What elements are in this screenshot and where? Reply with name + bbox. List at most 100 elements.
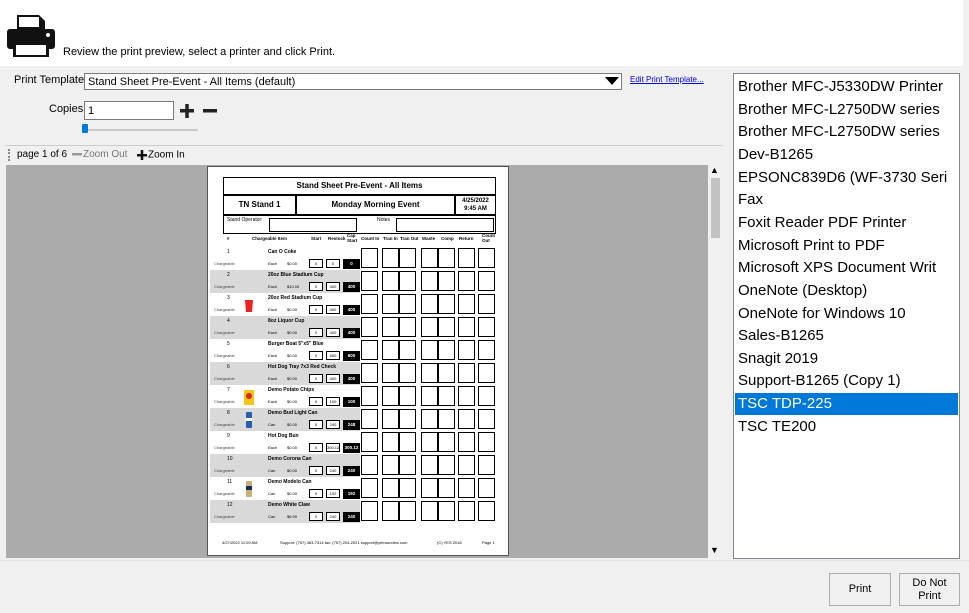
do-not-print-label-2: Print	[918, 590, 941, 602]
count-box	[438, 501, 455, 521]
count-box	[421, 478, 438, 498]
item-number: 3	[227, 295, 230, 301]
item-name: 20oz Blue Stadium Cup	[268, 272, 324, 278]
printer-list-item[interactable]: Foxit Reader PDF Printer	[735, 212, 958, 234]
printer-list-item[interactable]: Brother MFC-L2750DW series	[735, 99, 958, 121]
page-indicator: page 1 of 6	[17, 149, 68, 160]
count-box	[399, 409, 416, 429]
count-box	[438, 386, 455, 406]
sheet-item-row: 7 Chargeable Demo Potato Chips Each $0.00 0 10…	[210, 385, 500, 408]
increase-copies-button[interactable]	[178, 102, 196, 120]
count-box	[438, 478, 455, 498]
count-box	[399, 432, 416, 452]
sheet-column-header: Waste	[422, 236, 436, 241]
sheet-footer-page: Page 1	[482, 540, 495, 545]
print-button[interactable]: Print	[829, 573, 891, 606]
item-name: Hot Dog Tray 7x3 Red Check	[268, 364, 337, 370]
printer-list-item[interactable]: OneNote for Windows 10	[735, 303, 958, 325]
item-number: 6	[227, 364, 230, 370]
printer-list-item[interactable]: Brother MFC-J5330DW Printer	[735, 76, 958, 98]
count-box	[458, 409, 475, 429]
item-cap-start: 400	[343, 305, 360, 315]
item-start: 0	[309, 512, 323, 521]
count-box	[382, 340, 399, 360]
item-restock: 400	[326, 374, 340, 383]
chips-bag-image	[244, 390, 254, 405]
item-type: Chargeable	[214, 261, 235, 266]
item-number: 2	[227, 272, 230, 278]
preview-scrollbar-thumb[interactable]	[711, 178, 720, 238]
item-start: 0	[309, 259, 323, 268]
scroll-down-icon[interactable]: ▼	[710, 545, 719, 555]
count-box	[438, 409, 455, 429]
item-start: 0	[309, 328, 323, 337]
printer-list-item[interactable]: Snagit 2019	[735, 348, 958, 370]
count-box	[399, 478, 416, 498]
item-number: 11	[227, 479, 233, 485]
count-box	[399, 386, 416, 406]
notes-label: Notes	[377, 217, 391, 223]
item-price: $0.00	[287, 491, 298, 496]
count-box	[438, 271, 455, 291]
sheet-item-row: 8 Chargeable Demo Bud Light Can Can $0.00 0 24…	[210, 408, 500, 431]
item-start: 0	[309, 351, 323, 360]
item-type: Chargeable	[214, 514, 235, 519]
dropdown-arrow-icon	[605, 77, 619, 85]
zoom-in-button[interactable]: Zoom In	[136, 149, 185, 161]
edit-print-template-link[interactable]: Edit Print Template...	[630, 75, 704, 84]
item-name: 8oz Liquor Cup	[268, 318, 305, 324]
printer-list-item[interactable]: Microsoft XPS Document Writ	[735, 257, 958, 279]
item-type: Chargeable	[214, 468, 235, 473]
item-unit: Each	[268, 399, 278, 404]
printer-list-item[interactable]: Fax	[735, 189, 958, 211]
zoom-out-button[interactable]: Zoom Out	[71, 149, 127, 160]
count-box	[382, 294, 399, 314]
sheet-column-header: Cap Start	[347, 233, 358, 243]
decrease-copies-button[interactable]	[201, 102, 219, 120]
count-box	[421, 409, 438, 429]
sheet-footer-date: 4/27/2022 11:09 AM	[222, 540, 258, 545]
count-box	[458, 248, 475, 268]
plus-icon	[180, 104, 194, 118]
sheet-event: Monday Morning Event	[296, 195, 455, 215]
sheet-column-header: Start	[311, 236, 322, 241]
printer-list-item[interactable]: TSC TDP-225	[735, 393, 958, 416]
item-cap-start: 100	[343, 397, 360, 407]
red-cup-image	[245, 300, 253, 312]
printer-list-item[interactable]: EPSONC839D6 (WF-3730 Seri	[735, 167, 958, 189]
count-box	[438, 432, 455, 452]
item-start: 0	[309, 466, 323, 475]
count-box	[399, 317, 416, 337]
count-box	[421, 317, 438, 337]
item-start: 0	[309, 282, 323, 291]
item-unit: Each	[268, 261, 278, 266]
item-cap-start: 400	[343, 328, 360, 338]
copies-slider-track[interactable]	[84, 129, 198, 131]
item-type: Chargeable	[214, 307, 235, 312]
printer-list-item[interactable]: Support-B1265 (Copy 1)	[735, 370, 958, 392]
printer-list-item[interactable]: TSC TE200	[735, 416, 958, 438]
toolbar-grip[interactable]	[8, 149, 12, 161]
printer-list-item[interactable]: Brother MFC-L2750DW series	[735, 121, 958, 143]
count-box	[399, 340, 416, 360]
item-restock: 600	[326, 351, 340, 360]
printer-list-item[interactable]: Dev-B1265	[735, 144, 958, 166]
item-restock: 240	[326, 512, 340, 521]
copies-input[interactable]	[84, 101, 174, 120]
item-type: Chargeable	[214, 376, 235, 381]
copies-slider-thumb[interactable]	[82, 124, 88, 133]
notes-field	[396, 218, 494, 232]
printer-list-item[interactable]: Sales-B1265	[735, 325, 958, 347]
print-template-select[interactable]: Stand Sheet Pre-Event - All Items (defau…	[84, 73, 622, 90]
printer-list-item[interactable]: OneNote (Desktop)	[735, 280, 958, 302]
printer-list[interactable]: Brother MFC-J5330DW Printer Brother MFC-L…	[733, 73, 960, 559]
scroll-up-icon[interactable]: ▲	[710, 165, 719, 175]
item-name: Demo Bud Light Can	[268, 410, 318, 416]
print-template-value: Stand Sheet Pre-Event - All Items (defau…	[88, 76, 296, 88]
count-box	[458, 294, 475, 314]
sheet-datetime: 4/25/2022 9:45 AM	[455, 195, 496, 215]
printer-list-item[interactable]: Microsoft Print to PDF	[735, 235, 958, 257]
operator-label: Stand Operator:	[227, 217, 263, 223]
do-not-print-button[interactable]: Do Not Print	[899, 573, 960, 606]
sheet-item-row: 2 Chargeable 20oz Blue Stadium Cup Each $10.…	[210, 270, 500, 293]
